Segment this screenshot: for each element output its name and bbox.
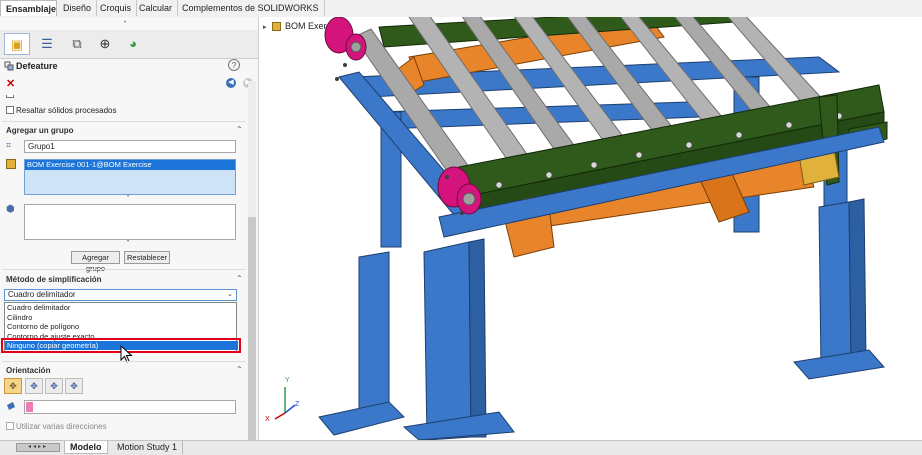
axis-arrows-icon: ✥	[50, 381, 58, 391]
triad-z-label: Z	[295, 401, 300, 408]
face-selection-icon: ⬢	[6, 204, 15, 215]
bottom-tab-bar: ◂◂▸▸ Modelo Motion Study 1	[0, 440, 922, 455]
divider	[2, 121, 246, 122]
orientation-option-1[interactable]: ✥	[4, 378, 22, 394]
selection-color-swatch	[26, 402, 33, 412]
defeature-icon	[4, 61, 14, 71]
conveyor-assembly-model[interactable]	[259, 17, 922, 440]
dimxpert-tab[interactable]: ⊕	[92, 33, 118, 55]
simplification-select[interactable]: Cuadro delimitador ⌄	[4, 289, 237, 301]
simplification-heading: Método de simplificación	[6, 275, 102, 284]
panel-scroll-thumb[interactable]	[248, 217, 256, 440]
featuremanager-tab[interactable]: ▣	[4, 33, 30, 55]
tab-complementos[interactable]: Complementos de SOLIDWORKS	[177, 0, 325, 16]
property-list-icon: ☰	[41, 36, 53, 51]
orientation-heading: Orientación	[6, 366, 51, 375]
color-wheel-icon: ◕	[129, 36, 137, 51]
list-item-component[interactable]: BOM Exercise 001-1@BOM Exercise	[25, 160, 235, 170]
crosshair-icon: ⊕	[99, 36, 111, 51]
collapse-chevron-icon[interactable]: ⌃	[236, 274, 243, 283]
axis-arrows-icon: ✥	[9, 381, 17, 391]
direction-field[interactable]	[24, 400, 236, 414]
faces-list[interactable]	[24, 204, 236, 240]
tab-calcular[interactable]: Calcular	[134, 0, 179, 16]
group-tag-icon: ⌗	[6, 140, 12, 150]
collapse-chevron-icon[interactable]: ⌃	[236, 125, 243, 134]
chevron-down-icon[interactable]: ⌄	[227, 290, 233, 300]
axis-arrows-icon: ✥	[30, 381, 38, 391]
orientation-option-3[interactable]: ✥	[45, 378, 63, 394]
group-name-field[interactable]: Grupo1	[24, 140, 236, 153]
tab-croquis[interactable]: Croquis	[95, 0, 138, 16]
command-manager-tabs: Ensamblaje Diseño Croquis Calcular Compl…	[0, 0, 922, 18]
select-value: Cuadro delimitador	[8, 290, 76, 299]
tab-motion-study[interactable]: Motion Study 1	[112, 441, 184, 454]
direction-icon	[6, 401, 16, 411]
highlight-solids-checkbox[interactable]	[6, 106, 14, 114]
mouse-cursor-icon	[120, 344, 134, 365]
orientation-option-2[interactable]: ✥	[25, 378, 43, 394]
manager-tabs-bar: ▣ ☰ ⧉ ⊕ ◕	[0, 30, 258, 59]
dropdown-option[interactable]: Cuadro delimitador	[5, 303, 236, 313]
hidden-option-checkbox[interactable]	[6, 95, 14, 98]
highlight-solids-label: Resaltar sólidos procesados	[16, 106, 117, 115]
components-list[interactable]: BOM Exercise 001-1@BOM Exercise	[24, 159, 236, 195]
configurationmanager-tab[interactable]: ⧉	[64, 33, 90, 55]
graphics-area[interactable]: ▸ BOM Exercise ⌕⊙⊡▦◧◐☁▭	[259, 17, 922, 440]
tab-diseno[interactable]: Diseño	[58, 0, 98, 16]
tab-scroll-arrows-icon[interactable]: ◂◂▸▸	[16, 443, 60, 452]
component-icon	[6, 159, 16, 169]
assembly-cube-icon: ▣	[10, 37, 24, 52]
multi-direction-checkbox[interactable]	[6, 422, 14, 430]
dropdown-option[interactable]: Cilindro	[5, 313, 236, 323]
add-group-button[interactable]: Agregar grupo	[71, 251, 120, 273]
orientation-option-4[interactable]: ✥	[65, 378, 83, 394]
page-title: Defeature	[16, 61, 58, 71]
resize-dot[interactable]: •	[127, 194, 129, 200]
tab-ensamblaje[interactable]: Ensamblaje	[0, 0, 57, 16]
collapse-chevron-icon[interactable]: ⌃	[236, 365, 243, 374]
display-manager-tab[interactable]: ◕	[120, 33, 146, 55]
triad-y-label: Y	[285, 377, 290, 384]
triad-x-label: X	[265, 416, 270, 423]
help-icon[interactable]: ?	[228, 59, 240, 71]
reset-button[interactable]: Restablecer	[124, 251, 170, 264]
configuration-icon: ⧉	[72, 36, 82, 51]
divider	[2, 361, 246, 362]
back-arrow-icon[interactable]: ◀	[226, 78, 236, 88]
add-group-heading: Agregar un grupo	[6, 126, 74, 135]
multi-direction-label: Utilizar varias direcciones	[16, 422, 107, 431]
divider	[2, 269, 246, 270]
cancel-x-icon[interactable]: ✕	[6, 77, 15, 90]
dropdown-option[interactable]: Contorno de polígono	[5, 322, 236, 332]
propertymanager-tab[interactable]: ☰	[34, 33, 60, 55]
tab-modelo[interactable]: Modelo	[64, 441, 108, 454]
property-manager-panel: • ▣ ☰ ⧉ ⊕ ◕ Defeature ? ✕ ◀ ▶ Resaltar s…	[0, 17, 259, 440]
splitter-dots[interactable]: •	[124, 20, 130, 26]
resize-dot[interactable]: •	[127, 239, 129, 245]
axis-arrows-icon: ✥	[70, 381, 78, 391]
